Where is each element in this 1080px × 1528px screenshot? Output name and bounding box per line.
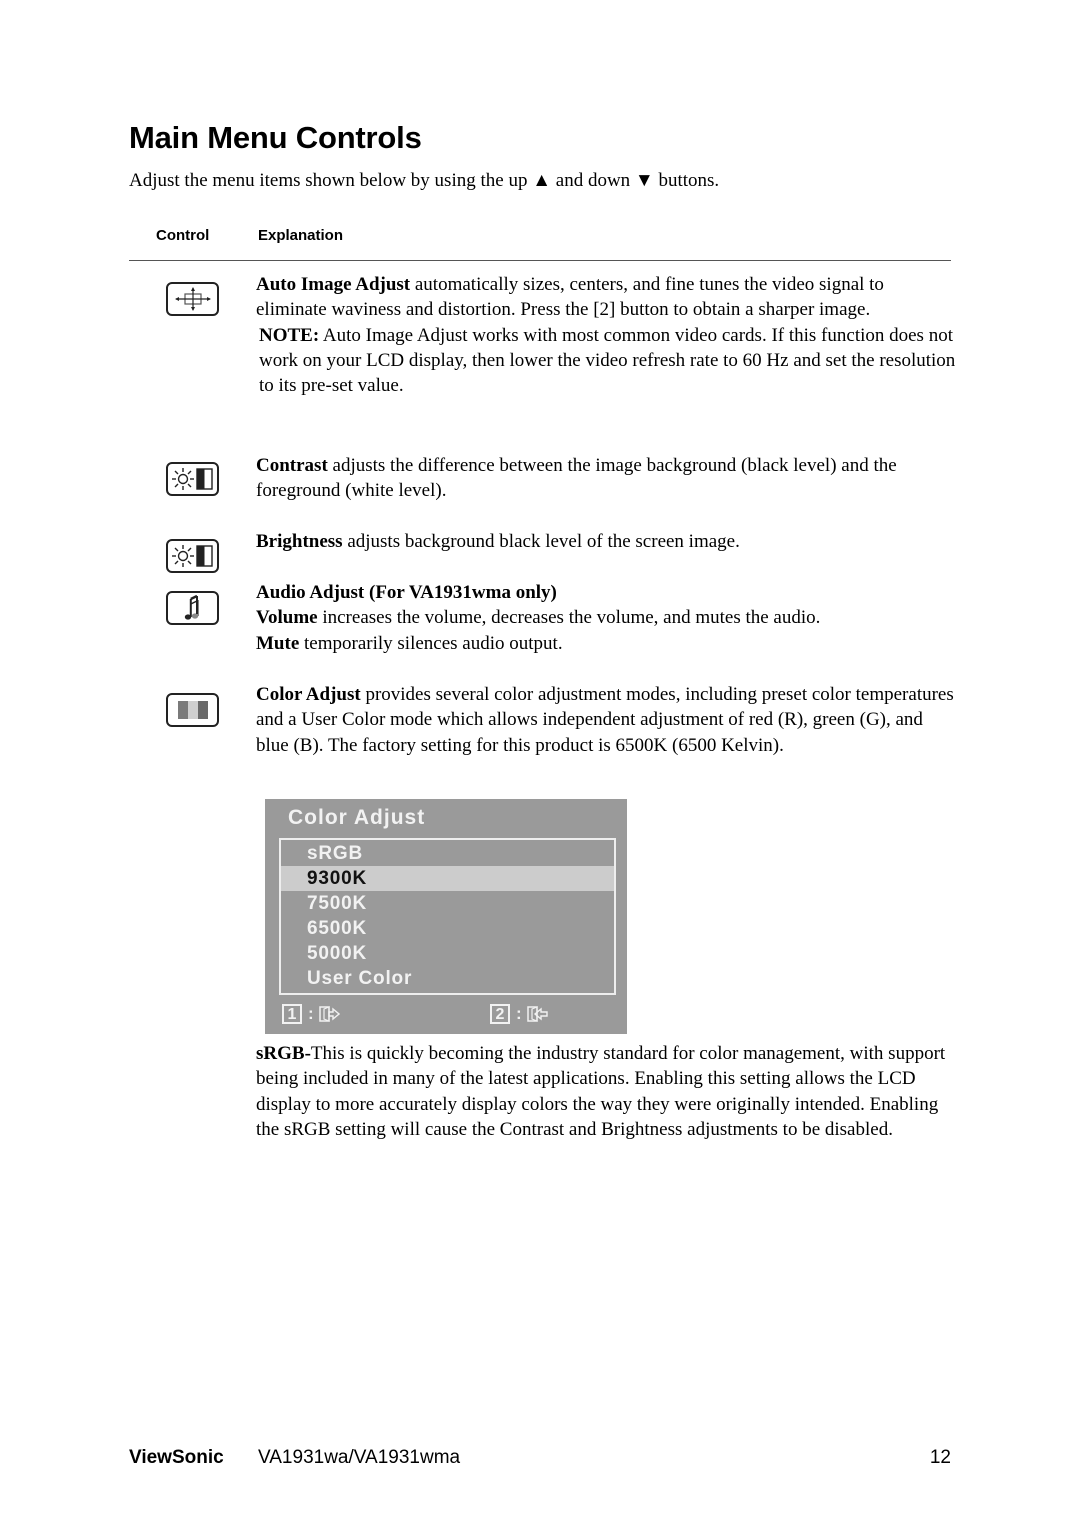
- osd-option-6500k[interactable]: 6500K: [281, 916, 614, 941]
- description-text: adjusts the difference between the image…: [256, 455, 897, 502]
- auto-image-adjust-description: Auto Image Adjust automatically sizes, c…: [256, 272, 956, 398]
- term-label: sRGB-: [256, 1043, 311, 1064]
- color-adjust-icon: [166, 693, 219, 727]
- osd-option-list: sRGB 9300K 7500K 6500K 5000K User Color: [279, 838, 616, 995]
- srgb-description: sRGB-This is quickly becoming the indust…: [256, 1041, 956, 1142]
- term-label: Contrast: [256, 455, 328, 476]
- osd-title: Color Adjust: [288, 806, 426, 829]
- table-header: Control Explanation: [129, 226, 951, 261]
- page-number: 12: [929, 1447, 951, 1468]
- intro-text-part: and down: [551, 170, 635, 191]
- term-label: Mute: [256, 632, 300, 654]
- audio-adjust-heading: Audio Adjust (For VA1931wma only): [256, 582, 557, 603]
- column-header-explanation: Explanation: [258, 227, 344, 244]
- contrast-icon: [166, 462, 219, 496]
- exit-icon: [319, 1006, 340, 1022]
- enter-icon: [527, 1006, 548, 1022]
- note-label: NOTE:: [259, 324, 320, 346]
- term-label: Color Adjust: [256, 684, 361, 705]
- brand-name: ViewSonic: [129, 1447, 224, 1468]
- intro-text-part: buttons.: [653, 170, 720, 191]
- audio-adjust-icon: [166, 591, 219, 625]
- key-1-button[interactable]: 1: [282, 1004, 302, 1024]
- up-arrow-icon: ▲: [532, 170, 552, 191]
- color-adjust-description: Color Adjust provides several color adju…: [256, 682, 956, 758]
- osd-footer: 1 : 2 :: [282, 1004, 612, 1028]
- audio-adjust-description: Audio Adjust (For VA1931wma only) Volume…: [256, 580, 956, 656]
- description-text: provides several color adjustment modes,…: [256, 684, 954, 756]
- note-text: NOTE: Auto Image Adjust works with most …: [256, 323, 956, 399]
- osd-option-9300k[interactable]: 9300K: [281, 866, 614, 891]
- description-text: This is quickly becoming the industry st…: [256, 1043, 946, 1140]
- volume-text: Volume increases the volume, decreases t…: [256, 605, 956, 630]
- osd-option-5000k[interactable]: 5000K: [281, 941, 614, 966]
- intro-text: Adjust the menu items shown below by usi…: [129, 170, 719, 192]
- term-label: Volume: [256, 607, 318, 629]
- description-text: increases the volume, decreases the volu…: [317, 607, 821, 629]
- key-2-button[interactable]: 2: [490, 1004, 510, 1024]
- term-label: Auto Image Adjust: [256, 274, 411, 295]
- term-label: Brightness: [256, 531, 343, 552]
- description-text: temporarily silences audio output.: [299, 632, 563, 654]
- osd-option-user-color[interactable]: User Color: [281, 966, 614, 991]
- description-text: adjusts background black level of the sc…: [342, 531, 740, 552]
- separator: :: [516, 1004, 522, 1023]
- color-adjust-osd-menu: Color Adjust sRGB 9300K 7500K 6500K 5000…: [265, 799, 627, 1034]
- intro-text-part: Adjust the menu items shown below by usi…: [129, 170, 533, 191]
- osd-option-srgb[interactable]: sRGB: [281, 841, 614, 866]
- osd-option-7500k[interactable]: 7500K: [281, 891, 614, 916]
- contrast-description: Contrast adjusts the difference between …: [256, 453, 956, 504]
- brightness-icon: [166, 539, 219, 573]
- column-header-control: Control: [156, 227, 210, 244]
- page-title: Main Menu Controls: [129, 120, 422, 155]
- separator: :: [308, 1004, 314, 1023]
- description-text: Auto Image Adjust works with most common…: [259, 324, 956, 397]
- model-number: VA1931wa/VA1931wma: [258, 1447, 461, 1468]
- brightness-description: Brightness adjusts background black leve…: [256, 529, 956, 554]
- auto-image-adjust-text: Auto Image Adjust automatically sizes, c…: [256, 272, 956, 323]
- auto-image-adjust-icon: [166, 282, 219, 316]
- mute-text: Mute temporarily silences audio output.: [256, 631, 956, 656]
- down-arrow-icon: ▼: [634, 170, 654, 191]
